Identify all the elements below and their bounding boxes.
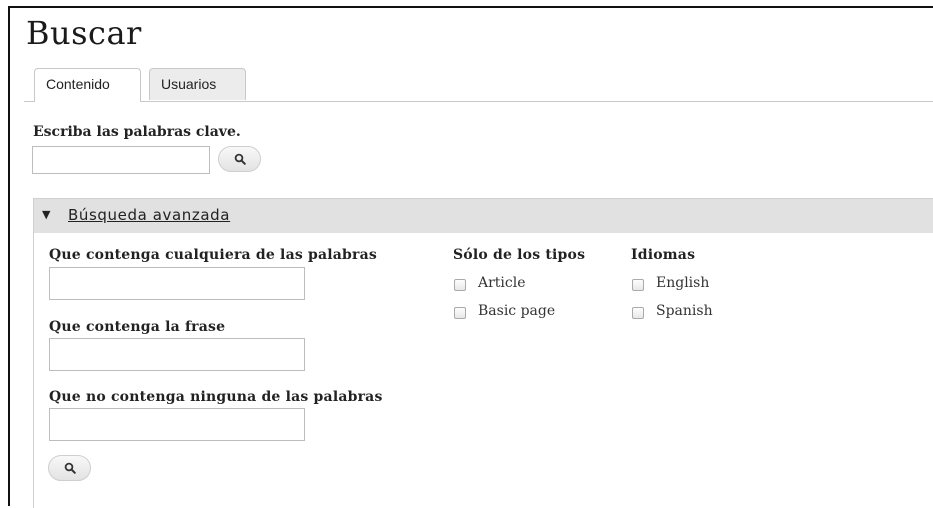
search-icon [234, 153, 246, 165]
tab-contenido[interactable]: Contenido [34, 68, 141, 102]
types-label: Sólo de los tipos [453, 247, 586, 263]
none-words-label: Que no contenga ninguna de las palabras [49, 389, 383, 405]
checkbox-basic-page[interactable] [454, 307, 466, 319]
checkbox-basic-page-label[interactable]: Basic page [478, 303, 555, 319]
checkbox-spanish[interactable] [632, 307, 644, 319]
checkbox-english-label[interactable]: English [656, 275, 709, 291]
none-words-input[interactable] [49, 408, 305, 441]
caret-down-icon: ▼ [42, 208, 51, 221]
checkbox-article[interactable] [454, 279, 466, 291]
advanced-search-title[interactable]: Búsqueda avanzada [68, 206, 230, 224]
checkbox-english[interactable] [632, 279, 644, 291]
any-words-label: Que contenga cualquiera de las palabras [49, 247, 377, 263]
keywords-label: Escriba las palabras clave. [33, 124, 241, 140]
advanced-search-fieldset: ▼ Búsqueda avanzada Que contenga cualqui… [33, 198, 933, 508]
search-icon [64, 462, 76, 474]
page-title: Buscar [26, 14, 142, 52]
advanced-search-toggle[interactable]: ▼ Búsqueda avanzada [34, 199, 933, 233]
checkbox-spanish-label[interactable]: Spanish [656, 303, 713, 319]
phrase-input[interactable] [49, 338, 305, 371]
search-button[interactable] [218, 146, 261, 172]
advanced-search-button[interactable] [48, 455, 91, 481]
any-words-input[interactable] [49, 267, 305, 300]
phrase-label: Que contenga la frase [49, 319, 226, 335]
languages-label: Idiomas [631, 247, 696, 263]
tab-usuarios[interactable]: Usuarios [149, 68, 246, 100]
keywords-input[interactable] [32, 146, 210, 174]
checkbox-article-label[interactable]: Article [478, 275, 526, 291]
tab-bar: Contenido Usuarios [24, 68, 933, 102]
